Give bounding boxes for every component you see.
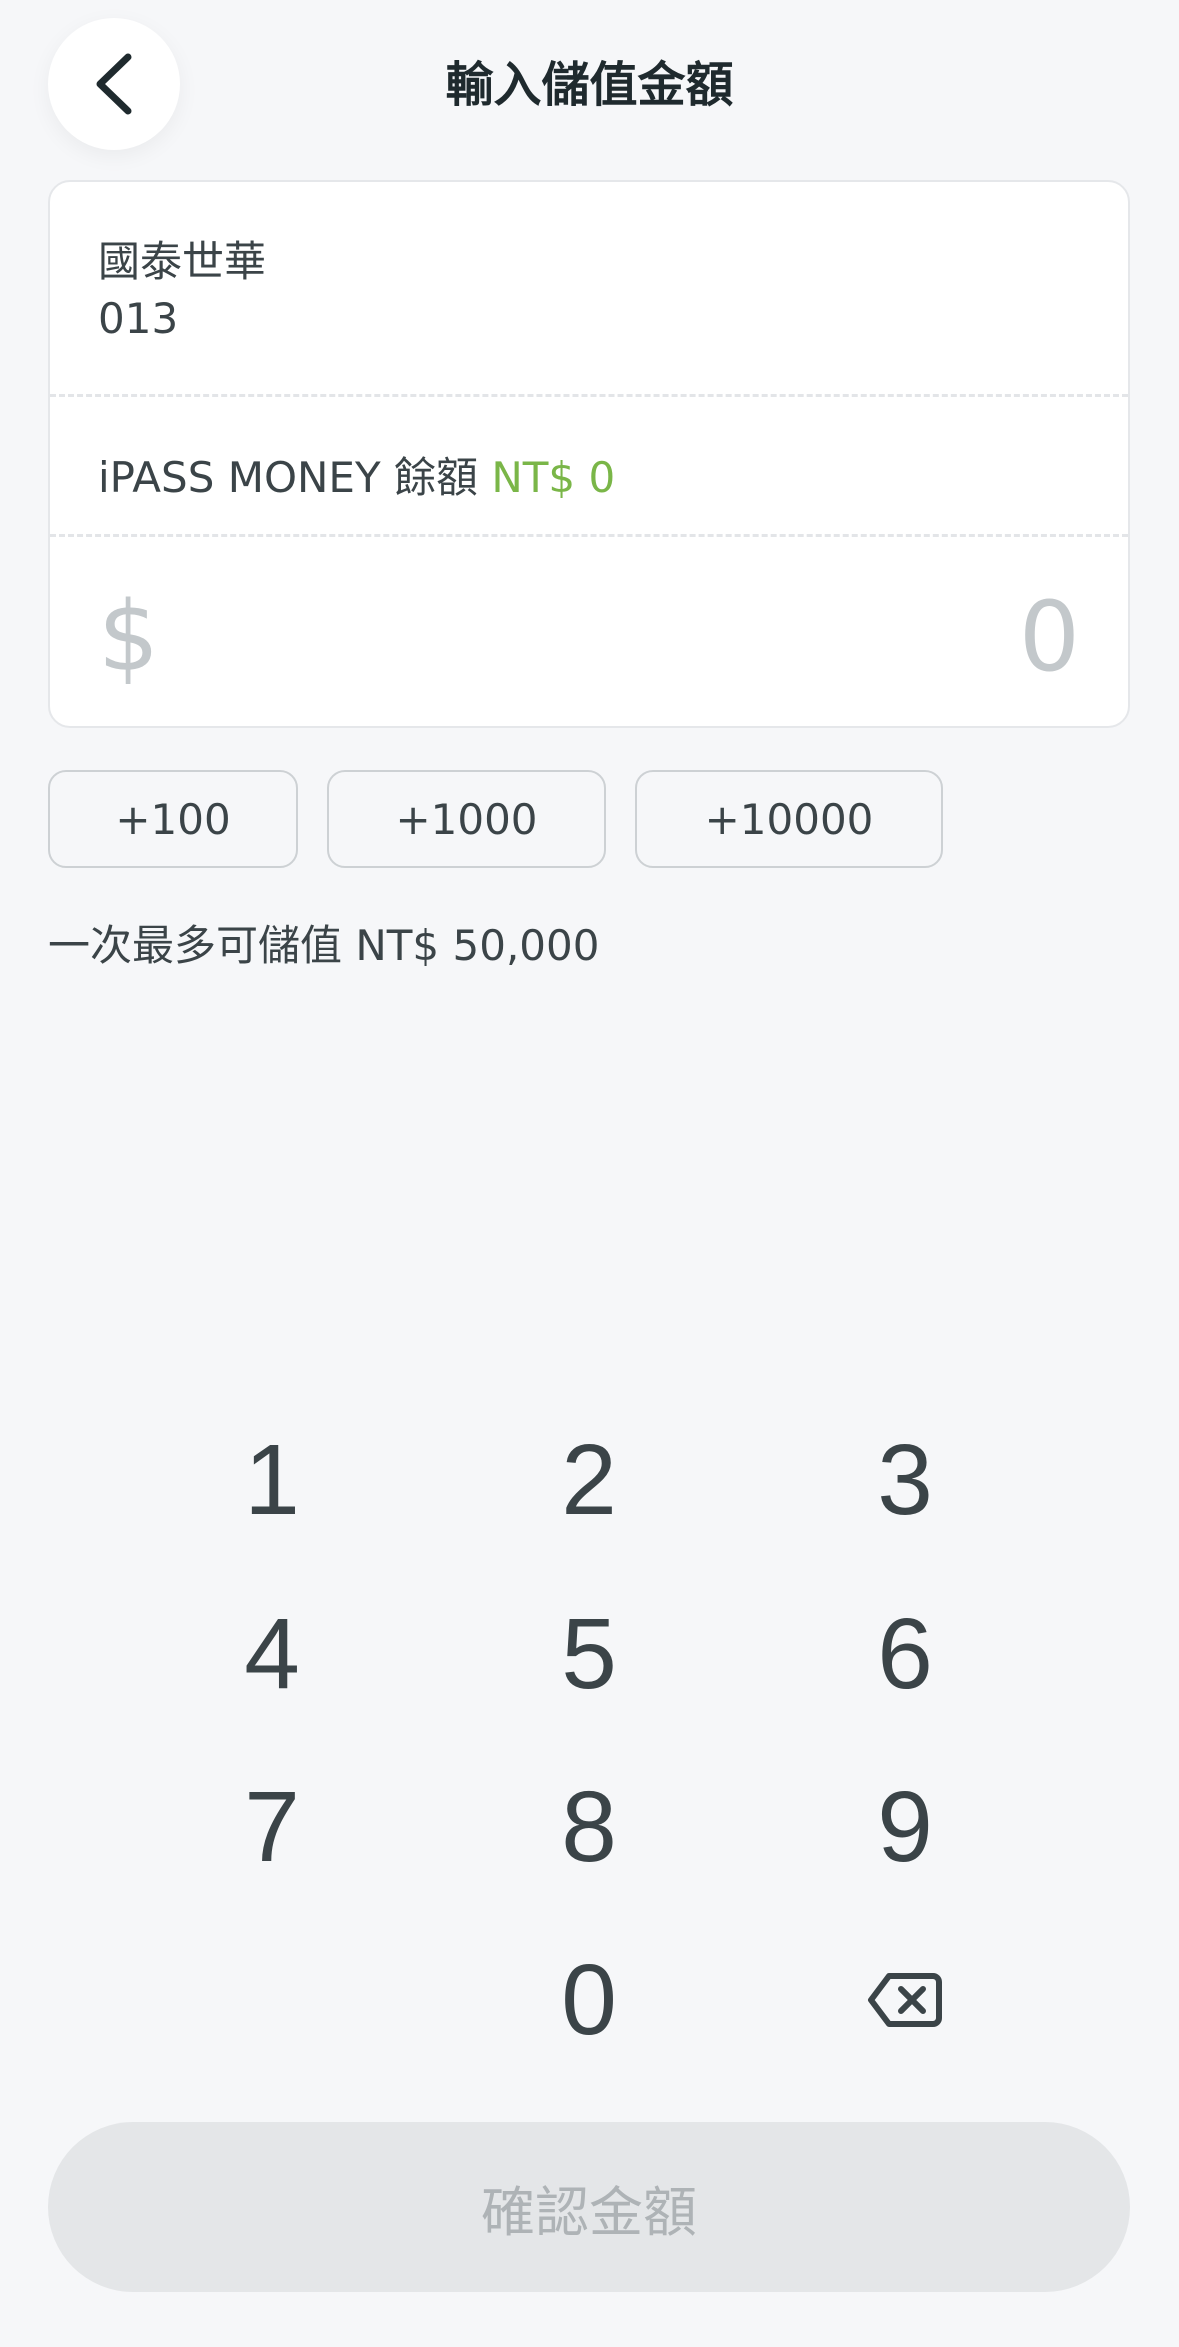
divider (50, 394, 1128, 397)
backspace-icon (868, 1973, 942, 2027)
key-3[interactable]: 3 (755, 1400, 1055, 1560)
backspace-button[interactable] (755, 1920, 1055, 2080)
key-7[interactable]: 7 (122, 1747, 422, 1907)
bank-code: 013 (98, 294, 179, 343)
topup-card: 國泰世華 013 iPASS MONEY 餘額 NT$ 0 $ 0 (48, 180, 1130, 728)
key-4[interactable]: 4 (122, 1574, 422, 1734)
bank-name: 國泰世華 (98, 237, 267, 286)
currency-symbol: $ (98, 581, 160, 693)
topup-amount-screen: 輸入儲值金額 國泰世華 013 iPASS MONEY 餘額 NT$ 0 $ 0… (0, 0, 1179, 2347)
key-6[interactable]: 6 (755, 1574, 1055, 1734)
quick-add-1000-button[interactable]: +1000 (327, 770, 606, 868)
key-5[interactable]: 5 (439, 1574, 739, 1734)
quick-add-10000-button[interactable]: +10000 (635, 770, 943, 868)
confirm-amount-button[interactable]: 確認金額 (48, 2122, 1130, 2292)
page-title: 輸入儲值金額 (445, 57, 734, 113)
key-9[interactable]: 9 (755, 1747, 1055, 1907)
key-2[interactable]: 2 (439, 1400, 739, 1560)
key-1[interactable]: 1 (122, 1400, 422, 1560)
balance-row: iPASS MONEY 餘額 NT$ 0 (98, 444, 615, 505)
balance-value: NT$ 0 (491, 453, 616, 502)
balance-label: iPASS MONEY 餘額 (98, 453, 478, 502)
divider (50, 534, 1128, 537)
quick-add-100-button[interactable]: +100 (48, 770, 298, 868)
key-0[interactable]: 0 (439, 1920, 739, 2080)
amount-input[interactable]: 0 (1019, 582, 1080, 692)
limit-note: 一次最多可儲值 NT$ 50,000 (48, 921, 600, 970)
key-8[interactable]: 8 (439, 1747, 739, 1907)
